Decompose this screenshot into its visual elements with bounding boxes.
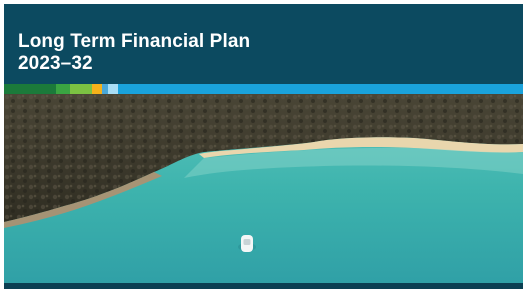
cover-footer-bar bbox=[4, 283, 523, 289]
cover-header: Long Term Financial Plan 2023–32 bbox=[4, 4, 523, 84]
cover-photo bbox=[4, 94, 523, 289]
report-title-line-1: Long Term Financial Plan bbox=[18, 31, 251, 52]
stripe-segment-light-green bbox=[70, 84, 92, 94]
bay-aerial-photo bbox=[4, 94, 523, 289]
stripe-segment-green bbox=[56, 84, 70, 94]
report-cover: Long Term Financial Plan 2023–32 bbox=[4, 4, 523, 289]
report-title-line-2: 2023–32 bbox=[18, 53, 93, 74]
color-stripe bbox=[4, 84, 523, 94]
report-title: Long Term Financial Plan 2023–32 bbox=[18, 31, 250, 75]
stripe-segment-dark-green bbox=[4, 84, 56, 94]
stripe-segment-yellow bbox=[92, 84, 102, 94]
stripe-segment-pale-blue bbox=[108, 84, 118, 94]
stripe-segment-cyan bbox=[118, 84, 523, 94]
